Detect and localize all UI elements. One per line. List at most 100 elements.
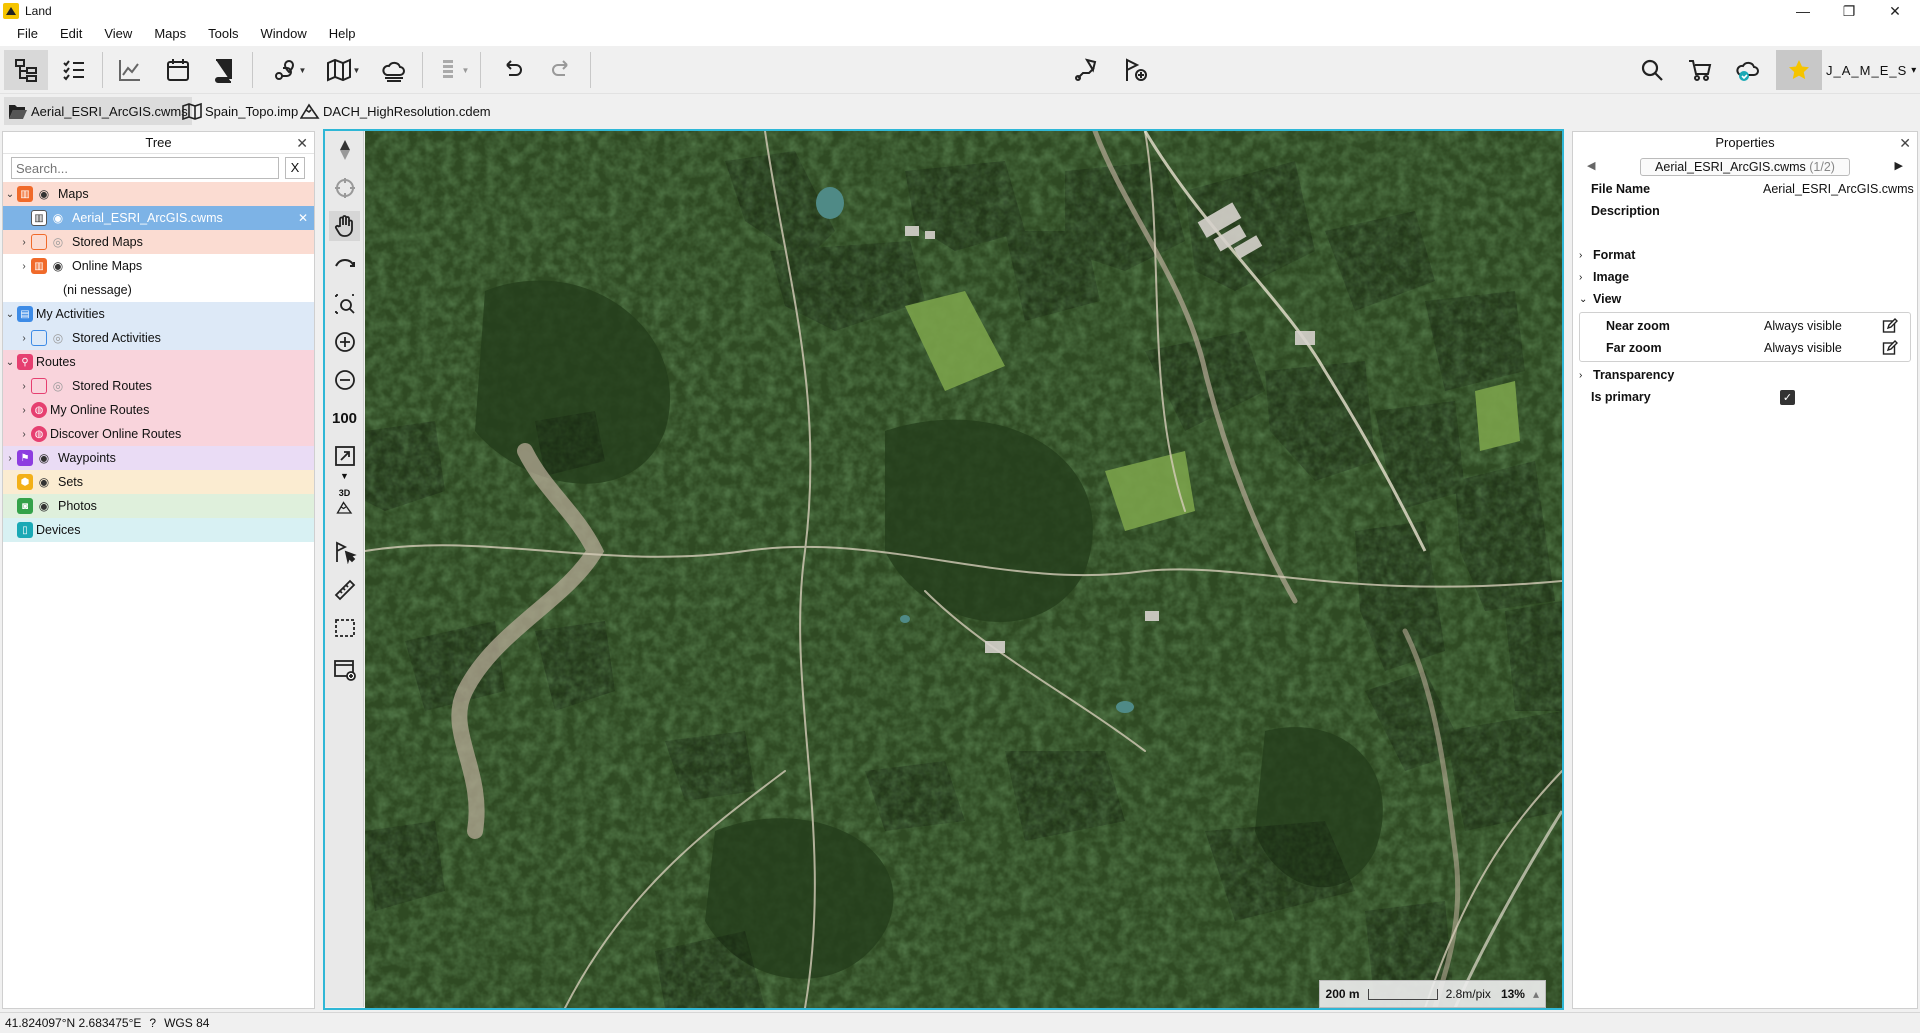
draw-track-button[interactable] (329, 249, 360, 279)
chevron-right-icon[interactable]: › (17, 333, 31, 344)
close-icon[interactable]: ✕ (298, 211, 308, 225)
chevron-right-icon[interactable]: › (17, 405, 31, 416)
chevron-right-icon[interactable]: › (3, 453, 17, 464)
tree-item-my-activities[interactable]: ⌄ ▤ My Activities (3, 302, 314, 326)
tree-item-maps[interactable]: ⌄ ▥ ◉ Maps (3, 182, 314, 206)
tree-item-discover-online-routes[interactable]: › ◍ Discover Online Routes (3, 422, 314, 446)
track-navigate-button[interactable] (1064, 50, 1108, 90)
map-layers-button[interactable]: ▼ (318, 50, 368, 90)
book-button[interactable] (202, 50, 246, 90)
zoom-area-button[interactable] (329, 289, 360, 319)
next-arrow-icon[interactable]: ▶ (1895, 159, 1903, 172)
eye-icon[interactable]: ◉ (36, 499, 52, 513)
add-waypoint-button[interactable] (1114, 50, 1158, 90)
edit-icon[interactable] (1882, 340, 1898, 356)
calendar-button[interactable] (156, 50, 200, 90)
chevron-down-icon[interactable]: ⌄ (3, 357, 17, 368)
aerial-imagery[interactable] (365, 131, 1562, 1008)
menu-window[interactable]: Window (249, 22, 317, 46)
tree-view-button[interactable] (4, 50, 48, 90)
tree-item-waypoints[interactable]: › ⚑ ◉ Waypoints (3, 446, 314, 470)
previous-arrow-icon[interactable]: ◀ (1587, 159, 1595, 172)
tab-aerial-esri[interactable]: Aerial_ESRI_ArcGIS.cwms (4, 97, 192, 125)
eye-icon[interactable]: ◉ (36, 451, 52, 465)
menu-view[interactable]: View (93, 22, 143, 46)
menu-edit[interactable]: Edit (49, 22, 93, 46)
3d-view-button[interactable]: 3D (329, 487, 360, 517)
tree-item-stored-routes[interactable]: › ◎ Stored Routes (3, 374, 314, 398)
zoom-100-button[interactable]: 100 (329, 403, 360, 433)
menu-file[interactable]: File (6, 22, 49, 46)
chevron-right-icon: › (1579, 271, 1583, 283)
store-button[interactable] (1678, 50, 1722, 90)
chevron-right-icon[interactable]: › (17, 237, 31, 248)
pan-tool-button[interactable] (329, 211, 360, 241)
close-window-button[interactable]: ✕ (1872, 0, 1918, 22)
eye-off-icon[interactable]: ◎ (50, 379, 66, 393)
checklist-button[interactable] (52, 50, 96, 90)
eye-off-icon[interactable]: ◎ (50, 235, 66, 249)
tree-item-photos[interactable]: ◙ ◉ Photos (3, 494, 314, 518)
tab-spain-topo[interactable]: Spain_Topo.imp (178, 97, 302, 125)
prop-description[interactable]: Description (1573, 200, 1917, 222)
eye-icon[interactable]: ◉ (50, 211, 66, 225)
tree-search-input[interactable] (11, 157, 279, 179)
favorites-button[interactable] (1776, 50, 1822, 90)
eye-off-icon[interactable]: ◎ (50, 331, 66, 345)
tree-item-sets[interactable]: ⬢ ◉ Sets (3, 470, 314, 494)
tree-item-my-online-routes[interactable]: › ◍ My Online Routes (3, 398, 314, 422)
cloud-sync-button[interactable] (1726, 50, 1770, 90)
chevron-right-icon[interactable]: › (17, 261, 31, 272)
user-menu[interactable]: J_A_M_E_S ▾ (1826, 50, 1917, 90)
is-primary-checkbox[interactable]: ✓ (1780, 389, 1795, 405)
tree-item-stored-activities[interactable]: › ◎ Stored Activities (3, 326, 314, 350)
measure-button[interactable] (329, 575, 360, 605)
tree-item-aerial-esri[interactable]: ▥ ◉ Aerial_ESRI_ArcGIS.cwms ✕ (3, 206, 314, 230)
section-transparency[interactable]: › Transparency (1573, 364, 1917, 386)
weather-button[interactable] (372, 50, 416, 90)
minimize-button[interactable]: — (1780, 0, 1826, 22)
chevron-down-icon[interactable]: ▼ (329, 469, 360, 483)
edit-icon[interactable] (1882, 318, 1898, 334)
section-image[interactable]: › Image (1573, 266, 1917, 288)
search-button[interactable] (1630, 50, 1674, 90)
select-area-button[interactable] (329, 613, 360, 643)
maximize-button[interactable]: ❐ (1826, 0, 1872, 22)
menu-maps[interactable]: Maps (143, 22, 197, 46)
add-map-window-button[interactable] (329, 655, 360, 685)
eye-icon[interactable]: ◉ (50, 259, 66, 273)
layer-opacity-button[interactable]: ▼ (428, 50, 476, 90)
zoom-in-button[interactable] (329, 327, 360, 357)
redo-button[interactable] (540, 50, 584, 90)
north-arrow-button[interactable] (329, 135, 360, 165)
graph-button[interactable] (108, 50, 152, 90)
chevron-right-icon[interactable]: › (17, 381, 31, 392)
properties-file-chip[interactable]: Aerial_ESRI_ArcGIS.cwms (1/2) (1640, 158, 1850, 176)
waypoint-select-button[interactable] (329, 537, 360, 567)
tab-dach-highresolution[interactable]: DACH_HighResolution.cdem (296, 97, 495, 125)
eye-icon[interactable]: ◉ (36, 475, 52, 489)
chevron-down-icon[interactable]: ⌄ (3, 189, 17, 200)
chevron-right-icon[interactable]: › (17, 429, 31, 440)
tree-item-routes[interactable]: ⌄ ⚲ Routes (3, 350, 314, 374)
tree-item-devices[interactable]: ▯ Devices (3, 518, 314, 542)
zoom-out-button[interactable] (329, 365, 360, 395)
map-canvas[interactable]: 200 m 2.8m/pix 13% ▴ (365, 131, 1562, 1008)
close-icon[interactable]: ✕ (1899, 132, 1911, 154)
eye-icon[interactable]: ◉ (36, 187, 52, 201)
locate-button[interactable] (329, 173, 360, 203)
section-view[interactable]: ⌄ View (1573, 288, 1917, 310)
tree-item-online-maps[interactable]: › ▥ ◉ Online Maps (3, 254, 314, 278)
undo-button[interactable] (490, 50, 534, 90)
chevron-down-icon[interactable]: ⌄ (3, 309, 17, 320)
chevron-up-icon[interactable]: ▴ (1533, 987, 1539, 1001)
fit-extent-button[interactable] (329, 441, 360, 471)
section-format[interactable]: › Format (1573, 244, 1917, 266)
route-tools-button[interactable]: ▼ (264, 50, 314, 90)
zoom-level[interactable]: 13% (1501, 987, 1525, 1001)
search-clear-button[interactable]: X (285, 157, 305, 179)
menu-tools[interactable]: Tools (197, 22, 249, 46)
close-icon[interactable]: ✕ (296, 132, 308, 154)
tree-item-stored-maps[interactable]: › ◎ Stored Maps (3, 230, 314, 254)
menu-help[interactable]: Help (318, 22, 367, 46)
